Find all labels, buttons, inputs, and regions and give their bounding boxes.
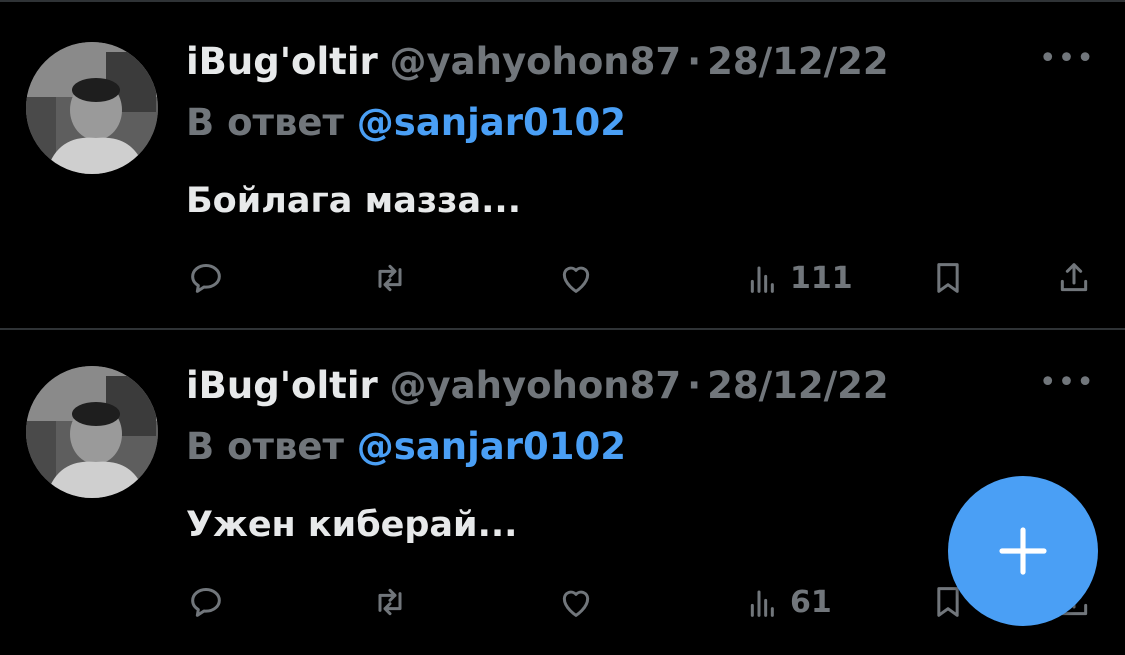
views-icon (750, 266, 774, 293)
share-button[interactable] (1054, 256, 1094, 300)
reply-button[interactable] (186, 580, 226, 624)
more-icon[interactable]: ••• (1039, 368, 1095, 398)
bookmark-button[interactable] (928, 256, 968, 300)
views-icon (750, 590, 774, 617)
share-icon (1060, 263, 1088, 292)
views-count: 61 (790, 584, 832, 620)
bookmark-icon (937, 263, 959, 293)
like-button[interactable] (556, 580, 596, 624)
tweet[interactable]: iBug'oltir @yahyohon87 · 28/12/22 ••• В от… (0, 330, 1125, 655)
compose-button[interactable] (948, 476, 1098, 626)
tweet-date[interactable]: 28/12/22 (707, 364, 889, 407)
tweet-header: iBug'oltir @yahyohon87 · 28/12/22 (186, 40, 889, 84)
retweet-button[interactable] (370, 580, 410, 624)
tweet-text: Ужен киберай... (186, 505, 518, 545)
tweet-date[interactable]: 28/12/22 (707, 40, 889, 83)
reply-prefix: В ответ (186, 425, 344, 468)
user-handle[interactable]: @yahyohon87 (390, 40, 682, 83)
views-count: 111 (790, 260, 853, 296)
reply-target-link[interactable]: @sanjar0102 (357, 425, 626, 468)
tweet[interactable]: iBug'oltir @yahyohon87 · 28/12/22 ••• В от… (0, 0, 1125, 330)
display-name[interactable]: iBug'oltir (186, 40, 378, 83)
tweet-text: Бойлага мазза... (186, 181, 521, 221)
reply-icon (191, 588, 221, 617)
like-icon (562, 590, 590, 617)
reply-button[interactable] (186, 256, 226, 300)
avatar[interactable] (26, 42, 158, 174)
retweet-icon (378, 264, 402, 292)
separator: · (687, 364, 702, 407)
retweet-button[interactable] (370, 256, 410, 300)
like-icon (562, 266, 590, 293)
reply-context: В ответ @sanjar0102 (186, 425, 626, 469)
tweet-header: iBug'oltir @yahyohon87 · 28/12/22 (186, 364, 889, 408)
display-name[interactable]: iBug'oltir (186, 364, 378, 407)
views-button[interactable]: 111 (744, 256, 853, 300)
like-button[interactable] (556, 256, 596, 300)
separator: · (687, 40, 702, 83)
reply-target-link[interactable]: @sanjar0102 (357, 101, 626, 144)
more-icon[interactable]: ••• (1039, 44, 1095, 74)
avatar[interactable] (26, 366, 158, 498)
reply-prefix: В ответ (186, 101, 344, 144)
plus-icon (999, 527, 1047, 575)
views-button[interactable]: 61 (744, 580, 832, 624)
reply-icon (191, 264, 221, 293)
user-handle[interactable]: @yahyohon87 (390, 364, 682, 407)
retweet-icon (378, 588, 402, 616)
tweet-actions: 111 (0, 256, 1125, 300)
reply-context: В ответ @sanjar0102 (186, 101, 626, 145)
